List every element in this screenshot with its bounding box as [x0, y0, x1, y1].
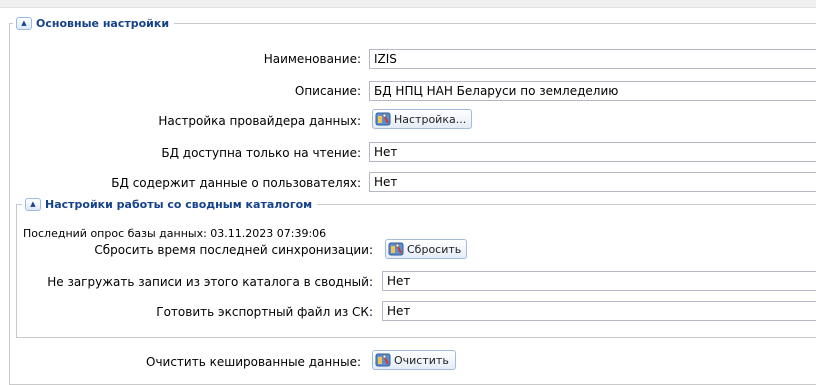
provider-settings-button-label: Настройка... — [394, 112, 467, 126]
catalog-settings-title: Настройки работы со сводным каталогом — [45, 198, 313, 211]
last-poll-text: Последний опрос базы данных: 03.11.2023 … — [23, 227, 327, 240]
clear-cache-label: Очистить кешированные данные: — [146, 355, 361, 369]
catalog-settings-legend: ▲ Настройки работы со сводным каталогом — [22, 198, 318, 211]
toolbox-icon — [375, 112, 391, 126]
noload-label: Не загружать записи из этого каталога в … — [47, 275, 373, 289]
userdata-field[interactable]: Нет — [369, 172, 816, 192]
toolbox-icon — [388, 242, 404, 256]
provider-settings-button[interactable]: Настройка... — [372, 109, 472, 129]
clear-cache-button[interactable]: Очистить — [372, 350, 456, 370]
noload-field[interactable]: Нет — [382, 271, 816, 291]
top-strip — [0, 0, 816, 8]
export-label: Готовить экспортный файл из СК: — [156, 305, 373, 319]
description-field[interactable]: БД НПЦ НАН Беларуси по земледелию — [369, 81, 816, 101]
main-settings-title: Основные настройки — [36, 17, 170, 30]
provider-settings-label: Настройка провайдера данных: — [158, 114, 361, 128]
reset-sync-button[interactable]: Сбросить — [385, 239, 467, 259]
toolbox-icon — [375, 353, 391, 367]
name-field[interactable]: IZIS — [369, 49, 816, 69]
export-field[interactable]: Нет — [382, 301, 816, 321]
name-label: Наименование: — [263, 52, 361, 66]
main-settings-legend: ▲ Основные настройки — [13, 17, 175, 30]
collapse-up-icon[interactable]: ▲ — [25, 198, 41, 211]
clear-cache-button-label: Очистить — [394, 353, 449, 367]
reset-sync-label: Сбросить время последней синхронизации: — [94, 243, 373, 257]
userdata-label: БД содержит данные о пользователях: — [111, 176, 361, 190]
reset-sync-button-label: Сбросить — [407, 242, 462, 256]
description-label: Описание: — [294, 84, 361, 98]
collapse-up-icon[interactable]: ▲ — [16, 17, 32, 30]
readonly-field[interactable]: Нет — [369, 142, 816, 162]
readonly-label: БД доступна только на чтение: — [161, 146, 361, 160]
